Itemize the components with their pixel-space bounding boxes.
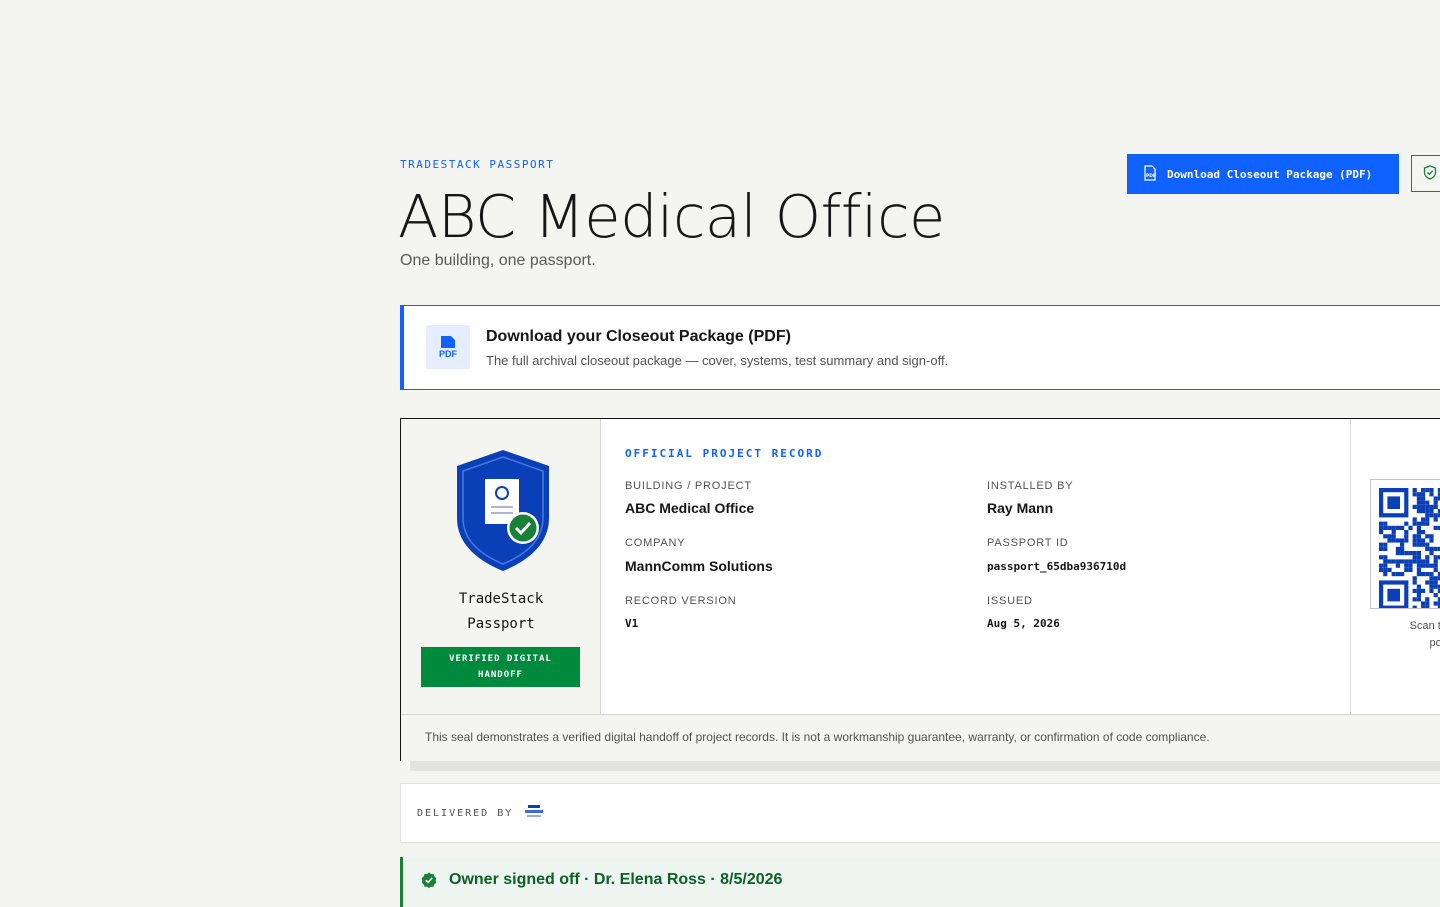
verified-badge-line1: VERIFIED DIGITAL <box>449 654 552 664</box>
file-icon <box>441 335 455 348</box>
shield-seal-icon <box>453 448 553 579</box>
version-value: V1 <box>625 617 639 630</box>
qr-code-graphic <box>1379 488 1440 608</box>
project-record-card: TradeStack Passport VERIFIED DIGITAL HAN… <box>400 418 1440 761</box>
passport-id-label: PASSPORT ID <box>987 537 1069 549</box>
check-circle-icon <box>421 872 437 893</box>
banner-subtitle: The full archival closeout package — cov… <box>486 353 949 368</box>
installer-value: Ray Mann <box>987 500 1054 516</box>
page-subtitle: One building, one passport. <box>400 252 596 269</box>
issued-label: ISSUED <box>987 595 1033 607</box>
banner-pdf-icon: PDF <box>426 325 470 369</box>
installer-label: INSTALLED BY <box>987 480 1074 492</box>
seal-name: TradeStack Passport <box>401 587 601 637</box>
banner-title: Download your Closeout Package (PDF) <box>486 328 791 345</box>
qr-caption-line2: port <box>1429 637 1440 649</box>
record-shadow <box>410 761 1440 771</box>
signoff-text: Owner signed off · Dr. Elena Ross · 8/5/… <box>449 871 783 888</box>
seal-column: TradeStack Passport VERIFIED DIGITAL HAN… <box>401 419 601 714</box>
eyebrow-label: TRADESTACK PASSPORT <box>400 158 555 171</box>
delivered-by-label: DELIVERED BY <box>417 808 514 819</box>
building-value: ABC Medical Office <box>625 500 755 516</box>
qr-caption: Scan to ope port <box>1369 618 1440 652</box>
banner-icon-label: PDF <box>439 348 457 359</box>
issued-value: Aug 5, 2026 <box>987 617 1060 630</box>
verify-shield-button[interactable] <box>1411 155 1440 192</box>
seal-name-line1: TradeStack <box>458 591 544 607</box>
version-label: RECORD VERSION <box>625 595 737 607</box>
verified-badge: VERIFIED DIGITAL HANDOFF <box>421 647 580 687</box>
qr-column: Scan to ope port <box>1351 419 1440 714</box>
page-title: ABC Medical Office <box>398 182 945 251</box>
qr-code[interactable] <box>1370 479 1440 609</box>
company-label: COMPANY <box>625 537 686 549</box>
seal-name-line2: Passport <box>467 616 535 632</box>
company-value: MannComm Solutions <box>625 558 773 574</box>
record-info-column: OFFICIAL PROJECT RECORD BUILDING / PROJE… <box>601 419 1351 714</box>
pdf-file-icon: PDF <box>1143 164 1157 184</box>
svg-text:PDF: PDF <box>1146 173 1156 179</box>
shield-check-icon <box>1423 164 1437 183</box>
download-banner[interactable]: PDF Download your Closeout Package (PDF)… <box>400 305 1440 390</box>
company-logo <box>522 804 546 825</box>
qr-caption-line1: Scan to ope <box>1409 620 1440 632</box>
delivered-by-bar: DELIVERED BY <box>400 783 1440 843</box>
building-label: BUILDING / PROJECT <box>625 480 752 492</box>
download-closeout-button[interactable]: PDF Download Closeout Package (PDF) <box>1127 154 1399 194</box>
passport-id-value: passport_65dba936710d <box>987 560 1127 573</box>
record-heading: OFFICIAL PROJECT RECORD <box>625 447 824 460</box>
download-closeout-button-label: Download Closeout Package (PDF) <box>1167 167 1373 181</box>
seal-disclaimer: This seal demonstrates a verified digita… <box>401 714 1440 761</box>
verified-badge-line2: HANDOFF <box>478 670 523 680</box>
